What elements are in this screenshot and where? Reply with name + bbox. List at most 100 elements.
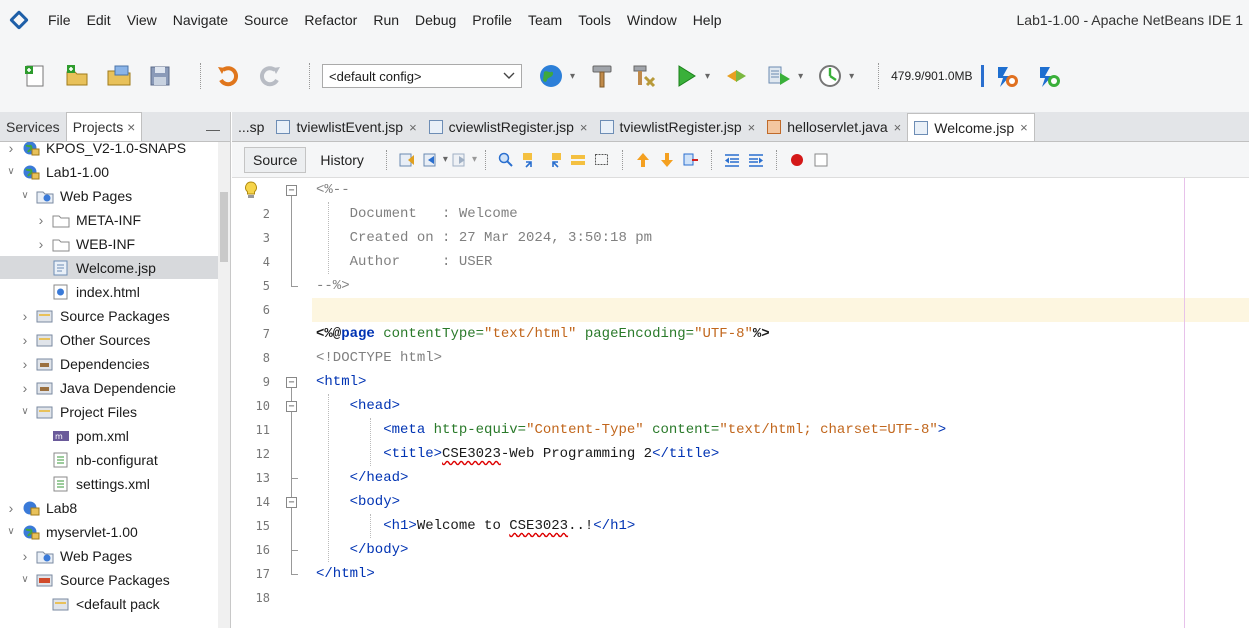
menu-tools[interactable]: Tools (570, 0, 619, 40)
previous-bookmark-icon[interactable] (635, 152, 651, 168)
chevron-down-icon[interactable]: ∨ (18, 406, 32, 417)
fold-toggle-icon[interactable]: − (286, 185, 297, 196)
chevron-right-icon[interactable]: › (18, 332, 32, 348)
chevron-down-icon[interactable]: ∨ (18, 574, 32, 585)
editor-tab-helloservlet-java[interactable]: helloservlet.java × (761, 113, 907, 141)
menu-edit[interactable]: Edit (79, 0, 119, 40)
clean-build-icon[interactable] (629, 61, 659, 91)
chevron-right-icon[interactable]: › (18, 308, 32, 324)
chevron-right-icon[interactable]: › (4, 500, 18, 516)
rectangular-selection-icon[interactable] (594, 152, 610, 168)
find-selection-icon[interactable] (498, 152, 514, 168)
fold-toggle-icon[interactable]: − (286, 377, 297, 388)
start-macro-icon[interactable] (789, 152, 805, 168)
close-icon[interactable]: × (1020, 120, 1028, 135)
editor-tab-welcome-jsp[interactable]: Welcome.jsp × (907, 113, 1035, 141)
chevron-right-icon[interactable]: › (18, 380, 32, 396)
tree-item-index-html[interactable]: index.html (0, 280, 218, 303)
tree-item-source-packages[interactable]: ∨ Source Packages (0, 568, 218, 591)
tree-item-web-pages[interactable]: ∨ Web Pages (0, 184, 218, 207)
forward-icon[interactable] (452, 152, 468, 168)
code-editor[interactable]: <%-- Document : Welcome Created on : 27 … (312, 178, 1249, 628)
attach-profiler-icon[interactable] (815, 61, 845, 91)
tree-item-source-packages[interactable]: › Source Packages (0, 304, 218, 327)
tree-item-welcome-jsp[interactable]: Welcome.jsp (0, 256, 218, 279)
editor-tab-tviewlistevent-jsp[interactable]: tviewlistEvent.jsp × (270, 113, 422, 141)
stop-macro-icon[interactable] (813, 152, 829, 168)
menu-help[interactable]: Help (685, 0, 730, 40)
editor-tab-cviewlistregister-jsp[interactable]: cviewlistRegister.jsp × (423, 113, 594, 141)
profiler-snapshot-icon[interactable] (1034, 61, 1064, 91)
tab-history[interactable]: History (312, 148, 372, 172)
chevron-right-icon[interactable]: › (4, 142, 18, 156)
last-edit-icon[interactable] (399, 152, 415, 168)
tree-item-nb-configurat[interactable]: nb-configurat (0, 448, 218, 471)
shift-left-icon[interactable] (724, 152, 740, 168)
run-icon[interactable] (671, 61, 701, 91)
chevron-down-icon[interactable]: ∨ (18, 190, 32, 201)
gc-icon[interactable] (992, 61, 1022, 91)
tree-item-web-pages[interactable]: › Web Pages (0, 544, 218, 567)
editor-tab-sp[interactable]: ...sp (232, 113, 270, 141)
hint-bulb-icon[interactable] (244, 181, 258, 199)
chevron-right-icon[interactable]: › (18, 356, 32, 372)
tab-services[interactable]: Services (0, 113, 66, 141)
tree-scrollbar-thumb[interactable] (220, 192, 228, 262)
tree-item-kpos-v2-1-0-snaps[interactable]: › KPOS_V2-1.0-SNAPS (0, 142, 218, 159)
chevron-down-icon[interactable]: ∨ (4, 526, 18, 537)
tab-source[interactable]: Source (244, 146, 307, 173)
toggle-bookmark-icon[interactable] (683, 152, 699, 168)
find-next-icon[interactable] (546, 152, 562, 168)
forward-dropdown-icon[interactable]: ▾ (472, 154, 477, 165)
build-hammer-icon[interactable] (587, 61, 617, 91)
debug-icon[interactable] (722, 61, 752, 91)
menu-team[interactable]: Team (520, 0, 570, 40)
memory-usage[interactable]: 479.9/901.0MB (891, 69, 972, 83)
tree-item-lab8[interactable]: › Lab8 (0, 496, 218, 519)
attach-dropdown-icon[interactable]: ▾ (849, 71, 854, 82)
next-bookmark-icon[interactable] (659, 152, 675, 168)
close-icon[interactable]: × (580, 120, 588, 135)
globe-dropdown-icon[interactable]: ▾ (570, 71, 575, 82)
tree-item-default-pack[interactable]: <default pack (0, 592, 218, 615)
close-icon[interactable]: × (748, 120, 756, 135)
tree-item-project-files[interactable]: ∨ Project Files (0, 400, 218, 423)
tree-item-myservlet-1-00[interactable]: ∨ myservlet-1.00 (0, 520, 218, 543)
chevron-right-icon[interactable]: › (18, 548, 32, 564)
run-dropdown-icon[interactable]: ▾ (705, 71, 710, 82)
minimize-icon[interactable]: — (206, 117, 220, 141)
tree-item-pom-xml[interactable]: m pom.xml (0, 424, 218, 447)
shift-right-icon[interactable] (748, 152, 764, 168)
chevron-right-icon[interactable]: › (34, 236, 48, 252)
new-project-icon[interactable] (62, 61, 92, 91)
menu-view[interactable]: View (119, 0, 165, 40)
open-project-icon[interactable] (104, 61, 134, 91)
chevron-down-icon[interactable]: ∨ (4, 166, 18, 177)
menu-window[interactable]: Window (619, 0, 685, 40)
save-all-icon[interactable] (146, 61, 176, 91)
menu-source[interactable]: Source (236, 0, 296, 40)
tree-item-lab1-1-00[interactable]: ∨ Lab1-1.00 (0, 160, 218, 183)
tab-projects[interactable]: Projects × (65, 112, 143, 141)
find-previous-icon[interactable] (522, 152, 538, 168)
close-icon[interactable]: × (127, 119, 135, 135)
redo-icon[interactable] (255, 61, 285, 91)
configuration-select[interactable]: <default config> (322, 64, 522, 88)
fold-toggle-icon[interactable]: − (286, 497, 297, 508)
chevron-right-icon[interactable]: › (34, 212, 48, 228)
profile-dropdown-icon[interactable]: ▾ (798, 71, 803, 82)
menu-navigate[interactable]: Navigate (165, 0, 236, 40)
tree-item-settings-xml[interactable]: settings.xml (0, 472, 218, 495)
menu-refactor[interactable]: Refactor (296, 0, 365, 40)
menu-profile[interactable]: Profile (464, 0, 520, 40)
menu-run[interactable]: Run (365, 0, 407, 40)
profile-icon[interactable] (764, 61, 794, 91)
back-icon[interactable] (423, 152, 439, 168)
globe-icon[interactable] (536, 61, 566, 91)
tree-item-web-inf[interactable]: › WEB-INF (0, 232, 218, 255)
tree-item-dependencies[interactable]: › Dependencies (0, 352, 218, 375)
toggle-highlight-icon[interactable] (570, 152, 586, 168)
tree-item-meta-inf[interactable]: › META-INF (0, 208, 218, 231)
menu-debug[interactable]: Debug (407, 0, 464, 40)
editor-tab-tviewlistregister-jsp[interactable]: tviewlistRegister.jsp × (594, 113, 762, 141)
